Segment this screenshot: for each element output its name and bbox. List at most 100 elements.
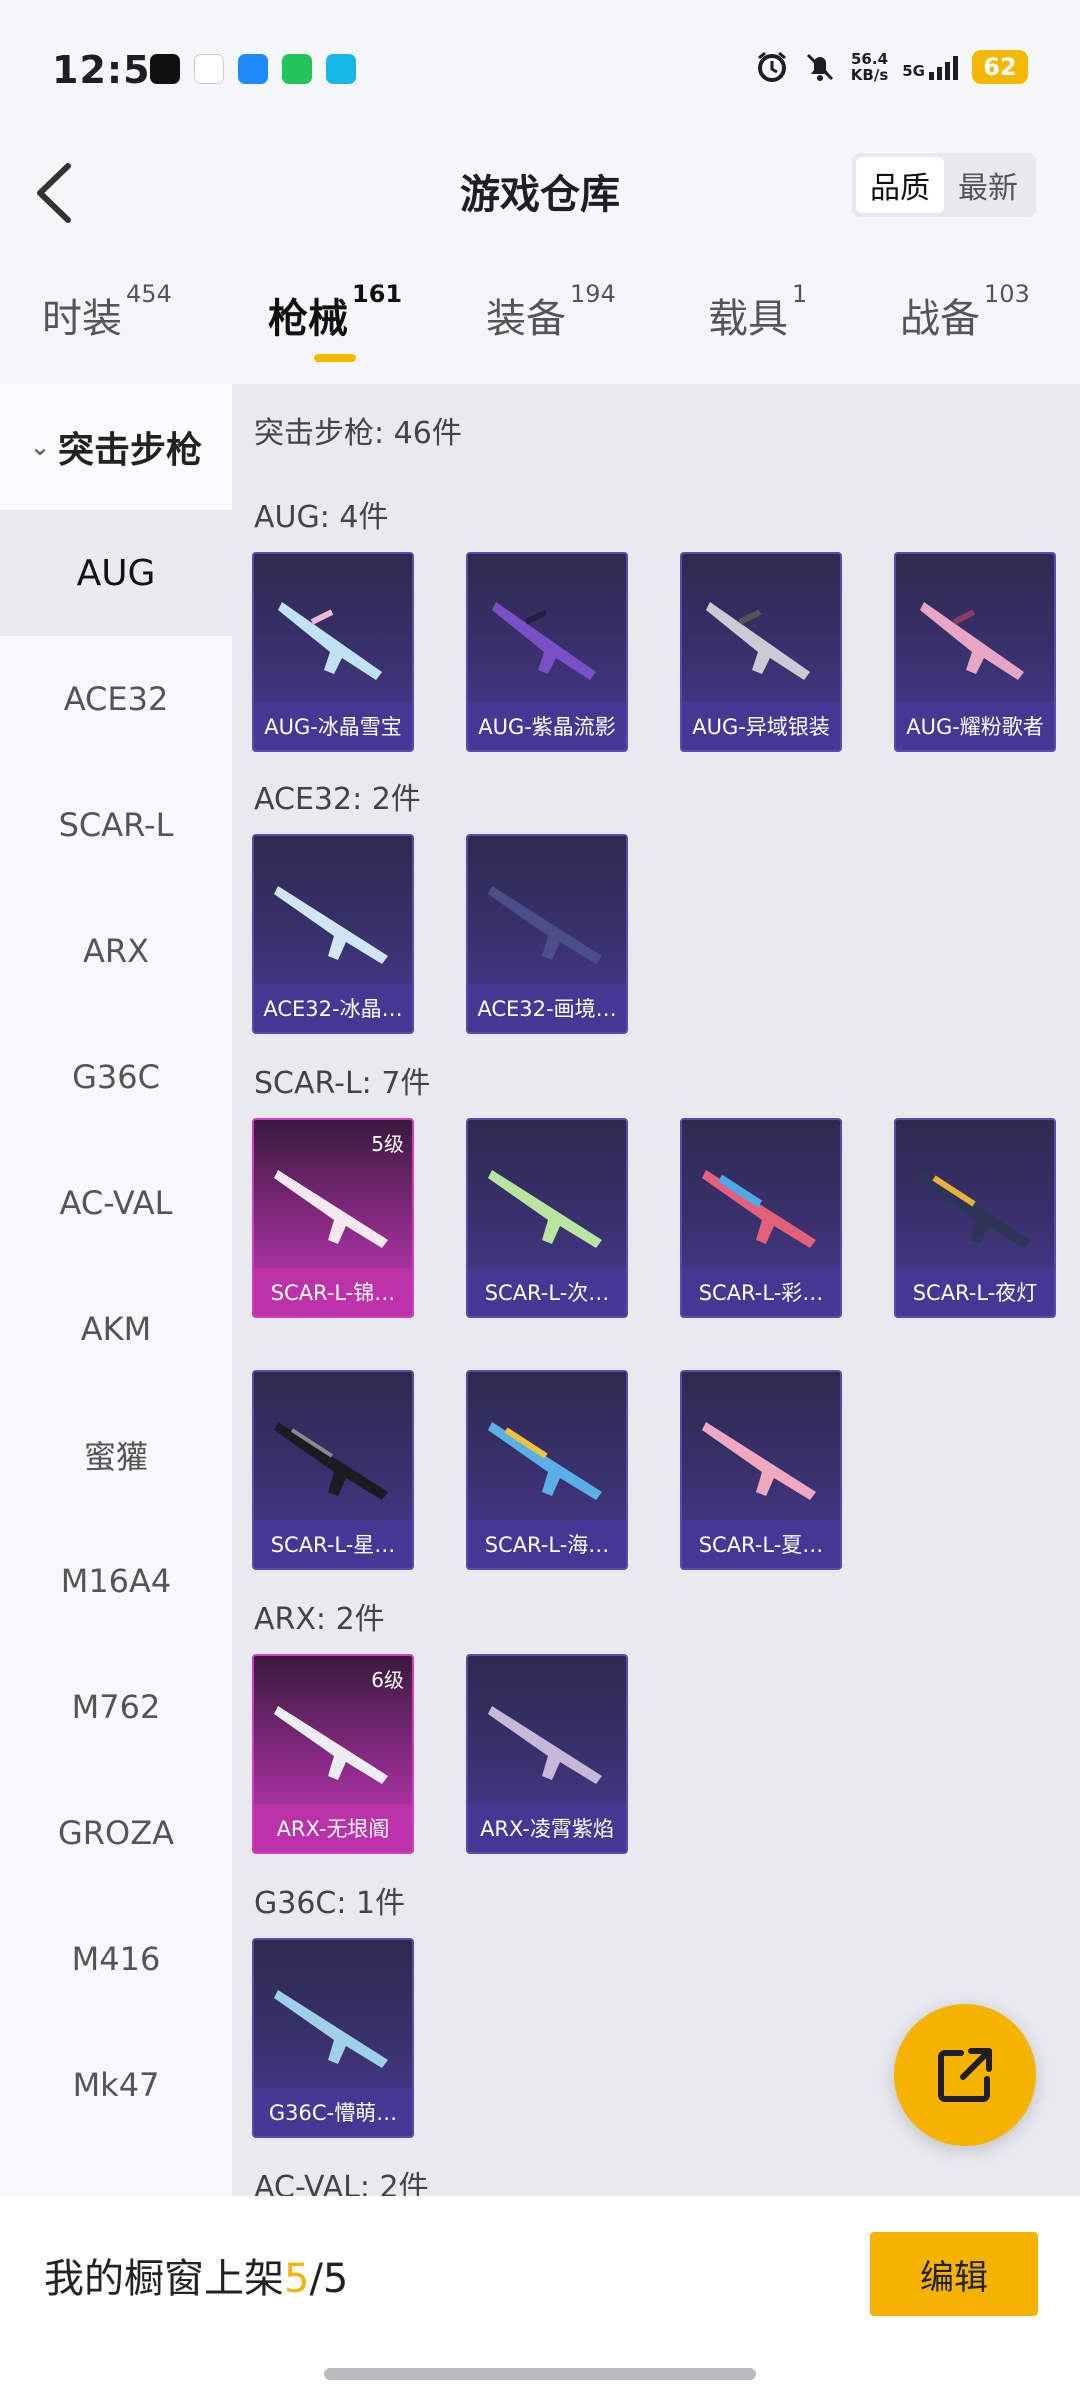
rifle-icon — [916, 1170, 1030, 1248]
sidebar-item-ac-val[interactable]: AC-VAL — [0, 1140, 232, 1266]
signal-icon — [929, 54, 958, 80]
tab-count: 103 — [984, 280, 1030, 308]
weapon-card[interactable]: AUG-冰晶雪宝 — [252, 552, 414, 752]
bottom-bar: 我的橱窗上架5/5 编辑 — [0, 2196, 1080, 2400]
mute-bell-icon — [806, 53, 833, 81]
weapon-card[interactable]: SCAR-L-海… — [466, 1370, 628, 1570]
tab-tactical[interactable]: 战备103 — [900, 280, 1030, 344]
rifle-icon — [488, 1706, 602, 1784]
sidebar-item-arx[interactable]: ARX — [0, 888, 232, 1014]
weapon-card[interactable]: 5级 SCAR-L-锦… — [252, 1118, 414, 1318]
tab-label: 时装 — [42, 296, 122, 342]
tab-guns[interactable]: 枪械161 — [268, 280, 402, 344]
section-title: AUG: 4件 — [254, 500, 389, 535]
alarm-icon — [757, 51, 786, 82]
sidebar-item-mk47[interactable]: Mk47 — [0, 2022, 232, 2148]
category-header[interactable]: ⌄ 突击步枪 — [0, 384, 232, 510]
weapon-card[interactable]: 6级 ARX-无垠阍 — [252, 1654, 414, 1854]
sidebar-item-m762[interactable]: M762 — [0, 1644, 232, 1770]
sort-latest-button[interactable]: 最新 — [944, 157, 1032, 213]
chevron-down-icon: ⌄ — [29, 433, 51, 461]
tab-label: 载具 — [708, 296, 788, 342]
section-title: G36C: 1件 — [254, 1886, 406, 1921]
external-link-icon — [938, 2048, 992, 2102]
rifle-icon — [492, 602, 596, 680]
weapon-card[interactable]: G36C-懵萌… — [252, 1938, 414, 2138]
sidebar-item-akm[interactable]: AKM — [0, 1266, 232, 1392]
rifle-icon — [274, 886, 388, 964]
category-label: 突击步枪 — [58, 430, 203, 471]
weapon-name: SCAR-L-星… — [254, 1520, 412, 1568]
weapon-name: SCAR-L-海… — [468, 1520, 626, 1568]
weapon-card[interactable]: AUG-紫晶流影 — [466, 552, 628, 752]
home-indicator[interactable] — [324, 2368, 756, 2380]
tab-label: 装备 — [486, 296, 566, 342]
weapon-name: ACE32-画境… — [468, 984, 626, 1032]
weapon-card[interactable]: SCAR-L-夜灯 — [894, 1118, 1056, 1318]
sort-toggle: 品质 最新 — [852, 153, 1036, 217]
battery-level: 62 — [983, 53, 1017, 81]
net-speed-unit: KB/s — [850, 66, 889, 84]
net-speed-value: 56.4 — [851, 50, 889, 68]
qq-icon — [194, 54, 224, 84]
sidebar-item-m16a4[interactable]: M16A4 — [0, 1518, 232, 1644]
rifle-icon — [706, 602, 810, 680]
section-title: ARX: 2件 — [254, 1602, 385, 1637]
sidebar-item-honey-badger[interactable]: 蜜獾 — [0, 1392, 232, 1518]
summary-title: 突击步枪: 46件 — [254, 416, 462, 451]
weapon-card[interactable]: SCAR-L-彩… — [680, 1118, 842, 1318]
tab-label: 战备 — [900, 296, 980, 342]
weapon-name: AUG-耀粉歌者 — [896, 702, 1054, 750]
section-title: AC-VAL: 2件 — [254, 2170, 429, 2196]
weapon-card[interactable]: AUG-耀粉歌者 — [894, 552, 1056, 752]
video-app-icon — [238, 54, 268, 84]
weapon-card[interactable]: ACE32-画境… — [466, 834, 628, 1034]
weapon-name: SCAR-L-夜灯 — [896, 1268, 1054, 1316]
section-title: SCAR-L: 7件 — [254, 1066, 431, 1101]
sort-quality-button[interactable]: 品质 — [856, 157, 944, 213]
weapon-name: G36C-懵萌… — [254, 2088, 412, 2136]
weapon-name: AUG-冰晶雪宝 — [254, 702, 412, 750]
sidebar-item-ace32[interactable]: ACE32 — [0, 636, 232, 762]
rifle-icon — [278, 602, 382, 680]
category-tabs: 时装454 枪械161 装备194 载具1 战备103 — [0, 270, 1080, 380]
signal-group: 5G — [902, 54, 958, 80]
weapon-grid[interactable]: 突击步枪: 46件 AUG: 4件 AUG-冰晶雪宝 AUG-紫晶流影 AUG-… — [232, 384, 1080, 2196]
sidebar-item-m416[interactable]: M416 — [0, 1896, 232, 2022]
weapon-card[interactable]: SCAR-L-次… — [466, 1118, 628, 1318]
weapon-name: AUG-异域银装 — [682, 702, 840, 750]
rifle-icon — [274, 1990, 388, 2068]
weapon-card[interactable]: ARX-凌霄紫焰 — [466, 1654, 628, 1854]
tab-outfits[interactable]: 时装454 — [42, 280, 172, 344]
weapon-name: SCAR-L-夏… — [682, 1520, 840, 1568]
rifle-icon — [702, 1170, 816, 1248]
rifle-icon — [274, 1170, 388, 1248]
sidebar-item-groza[interactable]: GROZA — [0, 1770, 232, 1896]
weapon-card[interactable]: ACE32-冰晶… — [252, 834, 414, 1034]
rifle-icon — [920, 602, 1024, 680]
browser-icon — [326, 54, 356, 84]
rifle-icon — [274, 1706, 388, 1784]
edit-button[interactable]: 编辑 — [870, 2232, 1038, 2316]
tab-vehicles[interactable]: 载具1 — [708, 280, 807, 344]
app-notification-icon — [150, 54, 180, 84]
weapon-name: ARX-凌霄紫焰 — [468, 1804, 626, 1852]
tab-equipment[interactable]: 装备194 — [486, 280, 616, 344]
net-type: 5G — [902, 62, 925, 80]
sidebar-item-g36c[interactable]: G36C — [0, 1014, 232, 1140]
active-tab-indicator — [314, 354, 356, 362]
showcase-label: 我的橱窗上架 — [44, 2256, 284, 2302]
weapon-name: ACE32-冰晶… — [254, 984, 412, 1032]
sidebar-item-aug[interactable]: AUG — [0, 510, 232, 636]
top-header: 游戏仓库 品质 最新 — [0, 140, 1080, 250]
sidebar-item-scar-l[interactable]: SCAR-L — [0, 762, 232, 888]
tab-count: 454 — [126, 280, 172, 308]
showcase-status: 我的橱窗上架5/5 — [44, 2246, 348, 2304]
weapon-card[interactable]: SCAR-L-夏… — [680, 1370, 842, 1570]
share-button[interactable] — [894, 2004, 1036, 2146]
rifle-icon — [488, 1170, 602, 1248]
status-bar: 12:56 56.4 KB/s 5G 62 — [0, 0, 1080, 140]
rifle-icon — [274, 1422, 388, 1500]
weapon-card[interactable]: AUG-异域银装 — [680, 552, 842, 752]
weapon-card[interactable]: SCAR-L-星… — [252, 1370, 414, 1570]
